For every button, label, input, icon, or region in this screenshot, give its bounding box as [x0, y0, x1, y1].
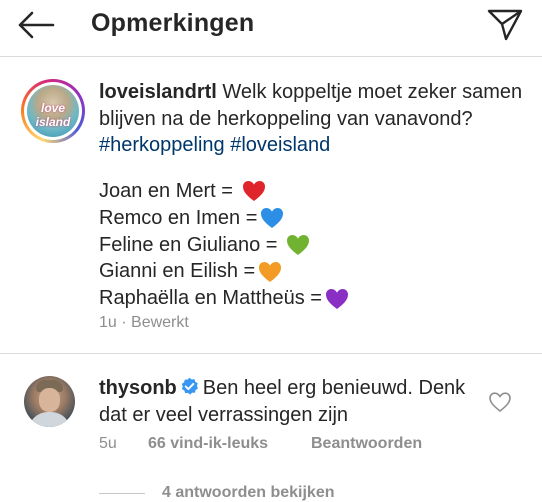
post-meta: 1u · Bewerkt [99, 314, 189, 332]
arrow-left-icon [18, 11, 55, 39]
list-item: Raphaëlla en Mattheüs = [99, 285, 349, 312]
post-caption: loveislandrtl Welk koppeltje moet zeker … [99, 79, 529, 159]
red-heart-icon [242, 181, 265, 202]
replies-divider-line [99, 493, 145, 494]
hashtag-link[interactable]: #loveisland [230, 134, 330, 156]
paper-plane-icon [487, 9, 523, 41]
caption-divider [0, 353, 542, 354]
comment-username[interactable]: thysonb [99, 377, 177, 399]
couple-text: Remco en Imen = [99, 206, 258, 229]
list-item: Remco en Imen = [99, 205, 349, 232]
comment-avatar[interactable] [24, 376, 75, 427]
post-avatar[interactable]: love island [21, 79, 85, 143]
avatar-logo-text: love island [35, 101, 71, 129]
comment-time: 5u [99, 435, 117, 452]
back-button[interactable] [16, 8, 56, 42]
list-item: Feline en Giuliano = [99, 232, 349, 259]
green-heart-icon [287, 234, 310, 255]
verified-badge-icon [181, 377, 198, 395]
couple-text: Joan en Mert = [99, 180, 239, 202]
purple-heart-icon [325, 288, 348, 309]
post-username[interactable]: loveislandrtl [99, 81, 217, 103]
loveisland-logo: love island [27, 85, 79, 137]
reply-button[interactable]: Beantwoorden [311, 435, 422, 453]
orange-heart-icon [259, 261, 282, 282]
likes-count[interactable]: 66 vind-ik-leuks [148, 435, 268, 453]
couple-text: Raphaëlla en Mattheüs = [99, 287, 322, 310]
list-item: Gianni en Eilish = [99, 258, 349, 285]
couple-text: Gianni en Eilish = [99, 260, 256, 283]
heart-outline-icon[interactable] [488, 391, 512, 413]
hashtag-link[interactable]: #herkoppeling [99, 134, 225, 156]
couples-list: Joan en Mert = Remco en Imen = Feline en… [99, 178, 349, 312]
blue-heart-icon [261, 208, 284, 229]
top-bar: Opmerkingen [0, 0, 542, 52]
edited-label: Bewerkt [131, 314, 189, 331]
couple-text: Feline en Giuliano = [99, 233, 284, 256]
post-time: 1u [99, 314, 117, 331]
share-button[interactable] [485, 6, 525, 44]
view-replies-button[interactable]: 4 antwoorden bekijken [162, 484, 334, 502]
meta-separator: · [121, 314, 127, 331]
comment-body: thysonb Ben heel erg benieuwd. Denk dat … [99, 375, 479, 429]
header-divider [0, 56, 542, 57]
list-item: Joan en Mert = [99, 178, 349, 205]
page-title: Opmerkingen [91, 9, 255, 37]
